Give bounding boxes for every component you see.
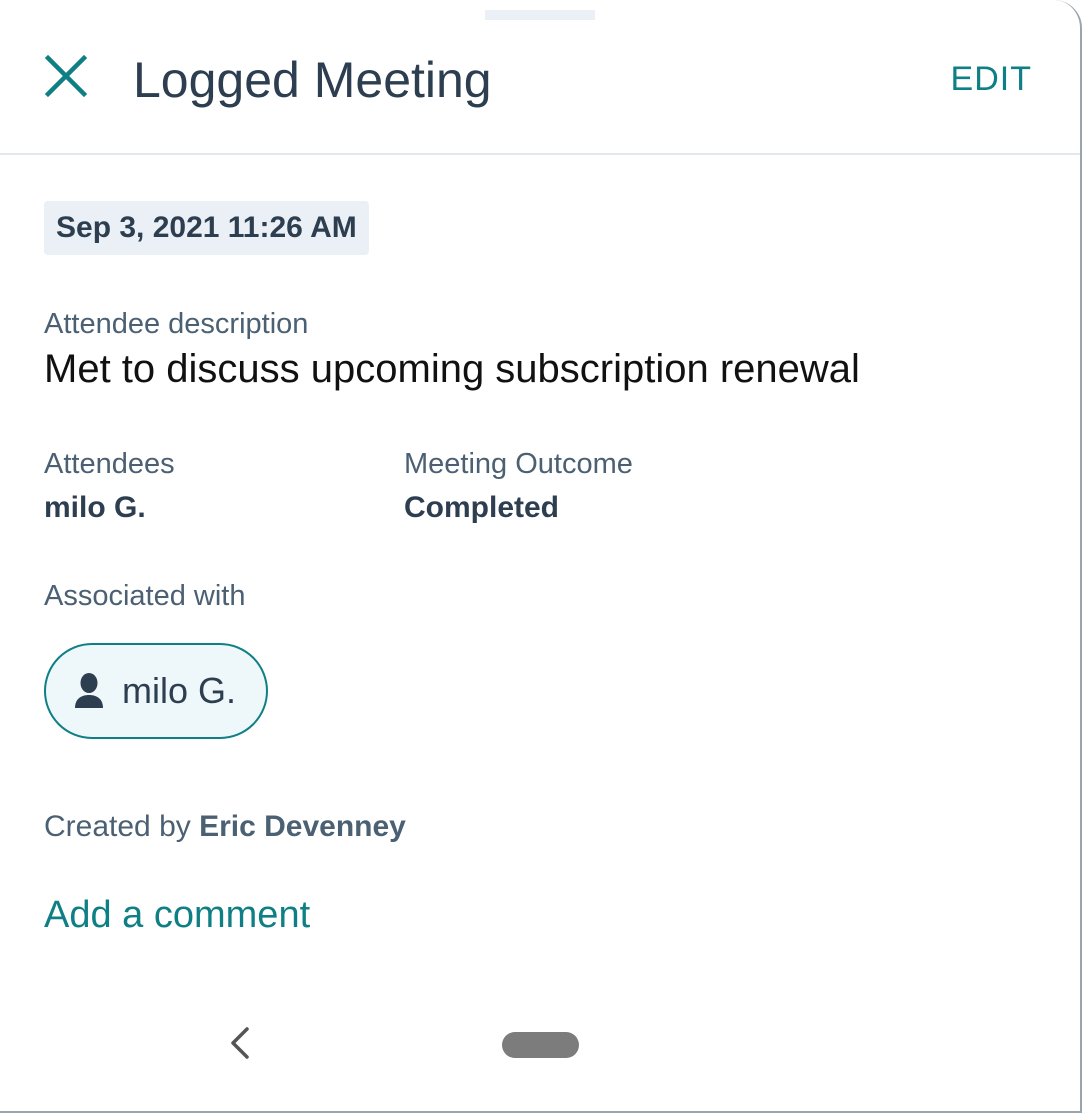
page-title: Logged Meeting (133, 52, 492, 108)
back-chevron-icon (229, 1026, 251, 1065)
header-divider (0, 153, 1080, 155)
edit-button[interactable]: EDIT (951, 58, 1032, 100)
created-by-name: Eric Devenney (199, 810, 406, 843)
logged-meeting-sheet: Logged Meeting EDIT Sep 3, 2021 11:26 AM… (0, 0, 1082, 1113)
home-pill-icon[interactable] (502, 1032, 579, 1058)
created-by-prefix: Created by (44, 810, 191, 843)
nav-back-button[interactable] (222, 1025, 258, 1065)
attendees-label: Attendees (44, 448, 175, 480)
association-pill-contact[interactable]: milo G. (44, 643, 268, 739)
outcome-label: Meeting Outcome (404, 448, 633, 480)
contact-person-icon (72, 671, 106, 711)
attendees-value[interactable]: milo G. (44, 490, 146, 526)
close-icon (44, 54, 88, 103)
outcome-value[interactable]: Completed (404, 490, 559, 526)
associated-label: Associated with (44, 580, 246, 612)
description-label: Attendee description (44, 308, 309, 340)
drag-handle[interactable] (485, 10, 595, 20)
add-comment-link[interactable]: Add a comment (44, 892, 310, 938)
meeting-datetime[interactable]: Sep 3, 2021 11:26 AM (44, 201, 369, 255)
close-button[interactable] (38, 50, 94, 106)
meeting-description: Met to discuss upcoming subscription ren… (44, 347, 860, 391)
created-by: Created by Eric Devenney (44, 808, 406, 846)
association-pill-label: milo G. (122, 670, 237, 711)
